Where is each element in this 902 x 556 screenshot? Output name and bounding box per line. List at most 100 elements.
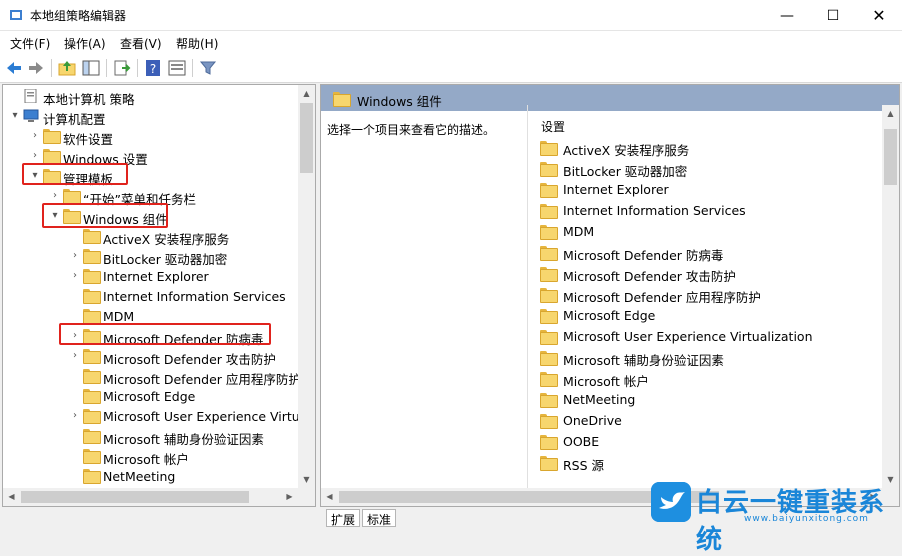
help-icon[interactable]: ? <box>143 58 163 78</box>
list-item-label: OOBE <box>563 434 600 449</box>
tree-item[interactable]: › Microsoft Defender 攻击防护 <box>3 347 299 367</box>
scroll-thumb[interactable] <box>300 103 313 173</box>
list-item-label: Microsoft 帐户 <box>563 374 649 389</box>
svg-text:?: ? <box>150 62 156 76</box>
tree-item[interactable]: ActiveX 安装程序服务 <box>3 227 299 247</box>
up-folder-icon[interactable] <box>57 58 77 78</box>
tree-item[interactable]: › 软件设置 <box>3 127 299 147</box>
list-item-label: RSS 源 <box>563 458 605 473</box>
folder-icon <box>83 249 101 264</box>
properties-icon[interactable] <box>167 58 187 78</box>
tree-horizontal-scrollbar[interactable]: ◀ ▶ <box>3 488 315 506</box>
expand-arrow-icon[interactable]: › <box>69 350 81 362</box>
folder-icon <box>83 229 101 244</box>
list-item-label: Microsoft Edge <box>563 308 656 323</box>
expand-arrow-icon[interactable]: › <box>69 270 81 282</box>
scroll-down-arrow-icon[interactable]: ▼ <box>298 471 315 488</box>
collapse-arrow-icon[interactable]: ▾ <box>9 110 21 122</box>
tree-item-label: Internet Explorer <box>103 269 209 284</box>
window-title: 本地组策略编辑器 <box>30 9 127 23</box>
settings-list: 设置 ActiveX 安装程序服务 BitLocker 驱动器加密 Internet… <box>527 105 899 506</box>
tree-item[interactable]: › Internet Explorer <box>3 267 299 287</box>
list-item-label: Microsoft User Experience Virtualization <box>563 329 813 344</box>
scroll-thumb[interactable] <box>21 491 249 503</box>
tree-item[interactable]: Microsoft 辅助身份验证因素 <box>3 427 299 447</box>
folder-icon <box>540 141 558 156</box>
tree-item[interactable]: › Windows 设置 <box>3 147 299 167</box>
scroll-left-arrow-icon[interactable]: ◀ <box>321 488 338 505</box>
expand-arrow-icon[interactable]: › <box>29 130 41 142</box>
folder-icon <box>333 92 351 107</box>
menu-view[interactable]: 查看(V) <box>120 35 162 52</box>
scroll-up-arrow-icon[interactable]: ▲ <box>882 105 899 122</box>
tree-item-label: Windows 设置 <box>63 152 148 167</box>
policy-doc-icon <box>23 88 39 104</box>
tree-item-label: 管理模板 <box>63 172 114 187</box>
list-item-label: OneDrive <box>563 413 622 428</box>
expand-arrow-icon[interactable]: › <box>69 250 81 262</box>
maximize-button[interactable]: ☐ <box>810 0 856 31</box>
expand-arrow-icon[interactable]: › <box>69 330 81 342</box>
list-item-label: Microsoft Defender 防病毒 <box>563 248 724 263</box>
group-policy-app-icon <box>10 10 22 20</box>
details-header-title: Windows 组件 <box>357 94 442 109</box>
tree-item[interactable]: 本地计算机 策略 <box>3 87 299 107</box>
menu-file[interactable]: 文件(F) <box>10 35 50 52</box>
close-button[interactable]: ✕ <box>856 0 902 31</box>
tree-item[interactable]: › BitLocker 驱动器加密 <box>3 247 299 267</box>
column-header-setting[interactable]: 设置 <box>541 118 565 135</box>
tree-item[interactable]: Microsoft Edge <box>3 387 299 407</box>
export-list-icon[interactable] <box>112 58 132 78</box>
tree-item[interactable]: NetMeeting <box>3 467 299 487</box>
tree-item[interactable]: › Microsoft User Experience Virtual <box>3 407 311 427</box>
menu-action[interactable]: 操作(A) <box>64 35 106 52</box>
folder-icon <box>540 162 558 177</box>
tree-item[interactable]: ▾ Windows 组件 <box>3 207 299 227</box>
details-pane: Windows 组件 选择一个项目来查看它的描述。 设置 ActiveX 安装程… <box>320 84 900 507</box>
list-item-label: Internet Information Services <box>563 203 746 218</box>
computer-icon <box>23 109 39 123</box>
menu-help[interactable]: 帮助(H) <box>176 35 218 52</box>
folder-icon <box>83 289 101 304</box>
details-vertical-scrollbar[interactable]: ▲ ▼ <box>882 105 899 488</box>
expand-arrow-icon[interactable]: › <box>29 150 41 162</box>
scroll-right-arrow-icon[interactable]: ▶ <box>281 488 298 505</box>
tree-item[interactable]: › Microsoft Defender 防病毒 <box>3 327 299 347</box>
tree-item-label: Windows 组件 <box>83 212 168 227</box>
collapse-arrow-icon[interactable]: ▾ <box>49 210 61 222</box>
folder-icon <box>83 349 101 364</box>
folder-icon <box>540 267 558 282</box>
tab-standard[interactable]: 标准 <box>362 509 397 527</box>
tree-item[interactable]: Microsoft Defender 应用程序防护 <box>3 367 301 387</box>
tree-item-label: Microsoft Edge <box>103 389 196 404</box>
tree-item[interactable]: ▾ 管理模板 <box>3 167 299 187</box>
tree-item[interactable]: MDM <box>3 307 299 327</box>
description-text: 选择一个项目来查看它的描述。 <box>327 123 496 137</box>
collapse-arrow-icon[interactable]: ▾ <box>29 170 41 182</box>
tree-item[interactable]: › “开始”菜单和任务栏 <box>3 187 299 207</box>
show-hide-tree-icon[interactable] <box>81 58 101 78</box>
tree-vertical-scrollbar[interactable]: ▲ ▼ <box>298 85 315 488</box>
tab-extended[interactable]: 扩展 <box>326 509 361 527</box>
forward-arrow-icon[interactable] <box>26 58 46 78</box>
list-item-label: MDM <box>563 224 595 239</box>
list-item-label: Internet Explorer <box>563 182 669 197</box>
tree-item-label: NetMeeting <box>103 469 176 484</box>
folder-icon <box>540 414 558 429</box>
expand-arrow-icon[interactable]: › <box>69 410 81 422</box>
tree-item-label: BitLocker 驱动器加密 <box>103 252 228 267</box>
expand-arrow-icon[interactable]: › <box>49 190 61 202</box>
folder-icon <box>540 351 558 366</box>
folder-icon <box>83 369 101 384</box>
tree-item[interactable]: ▾ 计算机配置 <box>3 107 299 127</box>
bird-logo-icon <box>651 482 691 522</box>
scroll-thumb[interactable] <box>884 129 897 185</box>
scroll-left-arrow-icon[interactable]: ◀ <box>3 488 20 505</box>
tree-item-label: Microsoft Defender 防病毒 <box>103 332 264 347</box>
filter-icon[interactable] <box>198 58 218 78</box>
back-arrow-icon[interactable] <box>4 58 24 78</box>
minimize-button[interactable]: — <box>764 0 810 31</box>
tree-item[interactable]: Microsoft 帐户 <box>3 447 299 467</box>
scroll-up-arrow-icon[interactable]: ▲ <box>298 85 315 102</box>
tree-item[interactable]: Internet Information Services <box>3 287 299 307</box>
